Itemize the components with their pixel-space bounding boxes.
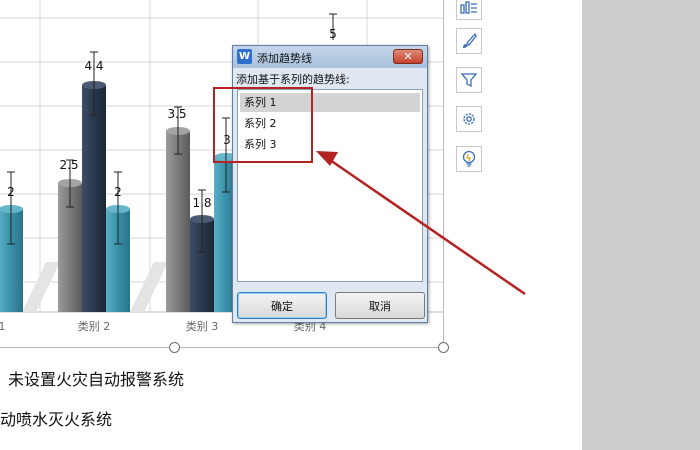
data-label: 5 <box>329 27 337 41</box>
filter-icon <box>461 73 477 88</box>
dialog-titlebar[interactable]: W 添加趋势线 ✕ <box>233 46 427 68</box>
close-button[interactable]: ✕ <box>393 49 423 64</box>
dialog-title: 添加趋势线 <box>257 52 312 65</box>
bar-cat3-gray <box>166 127 190 312</box>
data-label: 3.5 <box>167 107 186 121</box>
data-label: 2 <box>114 185 122 199</box>
data-label: 2.5 <box>59 158 78 172</box>
gear-icon <box>463 113 475 125</box>
category-label: 1 <box>0 320 6 333</box>
annotation-highlight-box <box>213 87 313 163</box>
chart-elements-button[interactable] <box>456 0 482 20</box>
chart-style-button[interactable] <box>456 28 482 54</box>
workspace-background <box>582 0 700 450</box>
data-label: 1.8 <box>192 196 211 210</box>
chart-elements-icon <box>460 1 477 14</box>
brush-icon <box>463 33 477 48</box>
chart-filter-button[interactable] <box>456 67 482 93</box>
category-label: 类别 3 <box>186 319 219 333</box>
ok-button[interactable]: 确定 <box>237 292 327 319</box>
wps-app-icon: W <box>237 49 252 64</box>
resize-handle-bottom[interactable] <box>169 342 180 353</box>
category-label: 类别 2 <box>78 319 111 333</box>
close-icon: ✕ <box>403 50 413 63</box>
data-label: 4.4 <box>84 59 103 73</box>
chart-settings-button[interactable] <box>456 106 482 132</box>
document-line: 未设置火灾自动报警系统 <box>8 370 185 389</box>
resize-handle-bottom-right[interactable] <box>438 342 449 353</box>
document-line: 动喷水灭火系统 <box>0 410 113 429</box>
bar-cat2-navy <box>82 81 106 312</box>
cancel-button[interactable]: 取消 <box>335 292 425 319</box>
chart-ideas-button[interactable] <box>456 146 482 172</box>
data-label: 2 <box>7 185 15 199</box>
lightbulb-icon <box>462 150 476 167</box>
dialog-prompt: 添加基于系列的趋势线: <box>236 73 350 86</box>
